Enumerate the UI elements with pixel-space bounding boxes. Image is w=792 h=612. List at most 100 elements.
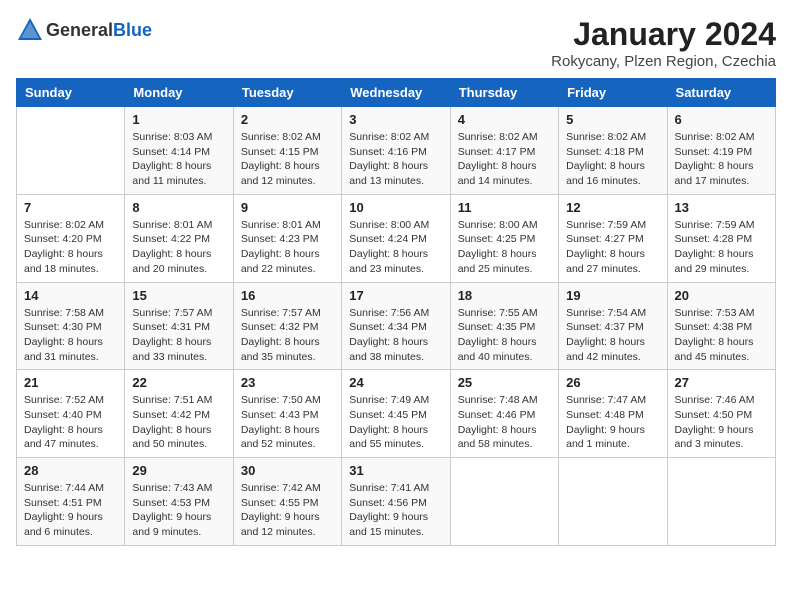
calendar-cell: 21 Sunrise: 7:52 AMSunset: 4:40 PMDayligh… — [17, 370, 125, 458]
day-info: Sunrise: 7:59 AMSunset: 4:27 PMDaylight:… — [566, 218, 659, 277]
weekday-header: Sunday — [17, 79, 125, 107]
day-info: Sunrise: 7:57 AMSunset: 4:31 PMDaylight:… — [132, 306, 225, 365]
day-number: 9 — [241, 200, 334, 215]
day-info: Sunrise: 7:50 AMSunset: 4:43 PMDaylight:… — [241, 393, 334, 452]
calendar-cell: 20 Sunrise: 7:53 AMSunset: 4:38 PMDayligh… — [667, 282, 775, 370]
day-info: Sunrise: 8:03 AMSunset: 4:14 PMDaylight:… — [132, 130, 225, 189]
title-area: January 2024 Rokycany, Plzen Region, Cze… — [551, 16, 776, 70]
day-info: Sunrise: 8:00 AMSunset: 4:24 PMDaylight:… — [349, 218, 442, 277]
calendar-cell: 25 Sunrise: 7:48 AMSunset: 4:46 PMDayligh… — [450, 370, 558, 458]
weekday-header: Tuesday — [233, 79, 341, 107]
calendar-cell: 19 Sunrise: 7:54 AMSunset: 4:37 PMDayligh… — [559, 282, 667, 370]
calendar-body: 1 Sunrise: 8:03 AMSunset: 4:14 PMDaylight… — [17, 107, 776, 546]
day-number: 1 — [132, 112, 225, 127]
calendar-cell: 10 Sunrise: 8:00 AMSunset: 4:24 PMDayligh… — [342, 194, 450, 282]
day-info: Sunrise: 7:47 AMSunset: 4:48 PMDaylight:… — [566, 393, 659, 452]
day-info: Sunrise: 7:59 AMSunset: 4:28 PMDaylight:… — [675, 218, 768, 277]
day-number: 5 — [566, 112, 659, 127]
weekday-header: Thursday — [450, 79, 558, 107]
calendar-table: SundayMondayTuesdayWednesdayThursdayFrid… — [16, 78, 776, 546]
day-number: 23 — [241, 375, 334, 390]
calendar-cell: 1 Sunrise: 8:03 AMSunset: 4:14 PMDaylight… — [125, 107, 233, 195]
calendar-header: SundayMondayTuesdayWednesdayThursdayFrid… — [17, 79, 776, 107]
day-number: 26 — [566, 375, 659, 390]
calendar-cell: 5 Sunrise: 8:02 AMSunset: 4:18 PMDaylight… — [559, 107, 667, 195]
calendar-cell — [17, 107, 125, 195]
calendar-week-row: 7 Sunrise: 8:02 AMSunset: 4:20 PMDaylight… — [17, 194, 776, 282]
logo-text: GeneralBlue — [46, 20, 152, 41]
day-number: 31 — [349, 463, 442, 478]
day-info: Sunrise: 7:52 AMSunset: 4:40 PMDaylight:… — [24, 393, 117, 452]
day-info: Sunrise: 8:02 AMSunset: 4:16 PMDaylight:… — [349, 130, 442, 189]
day-number: 24 — [349, 375, 442, 390]
day-number: 2 — [241, 112, 334, 127]
weekday-header: Wednesday — [342, 79, 450, 107]
day-info: Sunrise: 8:01 AMSunset: 4:22 PMDaylight:… — [132, 218, 225, 277]
calendar-cell: 30 Sunrise: 7:42 AMSunset: 4:55 PMDayligh… — [233, 458, 341, 546]
calendar-cell: 29Sunrise: 7:43 AMSunset: 4:53 PMDayligh… — [125, 458, 233, 546]
day-number: 3 — [349, 112, 442, 127]
day-info: Sunrise: 7:57 AMSunset: 4:32 PMDaylight:… — [241, 306, 334, 365]
day-number: 20 — [675, 288, 768, 303]
calendar-cell: 15Sunrise: 7:57 AMSunset: 4:31 PMDayligh… — [125, 282, 233, 370]
day-number: 6 — [675, 112, 768, 127]
calendar-cell: 14 Sunrise: 7:58 AMSunset: 4:30 PMDayligh… — [17, 282, 125, 370]
calendar-cell: 18Sunrise: 7:55 AMSunset: 4:35 PMDayligh… — [450, 282, 558, 370]
day-info: Sunrise: 8:02 AMSunset: 4:20 PMDaylight:… — [24, 218, 117, 277]
calendar-week-row: 28Sunrise: 7:44 AMSunset: 4:51 PMDayligh… — [17, 458, 776, 546]
day-info: Sunrise: 7:49 AMSunset: 4:45 PMDaylight:… — [349, 393, 442, 452]
day-number: 4 — [458, 112, 551, 127]
day-info: Sunrise: 8:01 AMSunset: 4:23 PMDaylight:… — [241, 218, 334, 277]
day-info: Sunrise: 7:44 AMSunset: 4:51 PMDaylight:… — [24, 481, 117, 540]
calendar-cell: 3 Sunrise: 8:02 AMSunset: 4:16 PMDaylight… — [342, 107, 450, 195]
calendar-cell: 11 Sunrise: 8:00 AMSunset: 4:25 PMDayligh… — [450, 194, 558, 282]
day-number: 25 — [458, 375, 551, 390]
calendar-cell: 12Sunrise: 7:59 AMSunset: 4:27 PMDayligh… — [559, 194, 667, 282]
calendar-cell: 13 Sunrise: 7:59 AMSunset: 4:28 PMDayligh… — [667, 194, 775, 282]
weekday-header: Friday — [559, 79, 667, 107]
logo: GeneralBlue — [16, 16, 152, 44]
calendar-cell: 6 Sunrise: 8:02 AMSunset: 4:19 PMDaylight… — [667, 107, 775, 195]
day-number: 21 — [24, 375, 117, 390]
day-number: 10 — [349, 200, 442, 215]
calendar-cell: 7 Sunrise: 8:02 AMSunset: 4:20 PMDaylight… — [17, 194, 125, 282]
calendar-cell: 4 Sunrise: 8:02 AMSunset: 4:17 PMDaylight… — [450, 107, 558, 195]
calendar-cell — [667, 458, 775, 546]
calendar-week-row: 14 Sunrise: 7:58 AMSunset: 4:30 PMDayligh… — [17, 282, 776, 370]
calendar-cell: 9 Sunrise: 8:01 AMSunset: 4:23 PMDaylight… — [233, 194, 341, 282]
day-number: 14 — [24, 288, 117, 303]
day-info: Sunrise: 7:48 AMSunset: 4:46 PMDaylight:… — [458, 393, 551, 452]
main-title: January 2024 — [551, 16, 776, 53]
day-info: Sunrise: 7:53 AMSunset: 4:38 PMDaylight:… — [675, 306, 768, 365]
day-number: 30 — [241, 463, 334, 478]
day-number: 19 — [566, 288, 659, 303]
calendar-cell: 26 Sunrise: 7:47 AMSunset: 4:48 PMDayligh… — [559, 370, 667, 458]
calendar-cell: 24 Sunrise: 7:49 AMSunset: 4:45 PMDayligh… — [342, 370, 450, 458]
day-info: Sunrise: 7:46 AMSunset: 4:50 PMDaylight:… — [675, 393, 768, 452]
day-number: 7 — [24, 200, 117, 215]
day-info: Sunrise: 8:02 AMSunset: 4:17 PMDaylight:… — [458, 130, 551, 189]
calendar-cell: 2Sunrise: 8:02 AMSunset: 4:15 PMDaylight… — [233, 107, 341, 195]
day-info: Sunrise: 7:41 AMSunset: 4:56 PMDaylight:… — [349, 481, 442, 540]
day-info: Sunrise: 7:58 AMSunset: 4:30 PMDaylight:… — [24, 306, 117, 365]
day-info: Sunrise: 8:02 AMSunset: 4:19 PMDaylight:… — [675, 130, 768, 189]
header: GeneralBlue January 2024 Rokycany, Plzen… — [16, 16, 776, 70]
calendar-week-row: 21 Sunrise: 7:52 AMSunset: 4:40 PMDayligh… — [17, 370, 776, 458]
logo-icon — [16, 16, 44, 44]
day-number: 16 — [241, 288, 334, 303]
day-info: Sunrise: 7:55 AMSunset: 4:35 PMDaylight:… — [458, 306, 551, 365]
day-number: 13 — [675, 200, 768, 215]
day-info: Sunrise: 8:02 AMSunset: 4:18 PMDaylight:… — [566, 130, 659, 189]
day-info: Sunrise: 8:00 AMSunset: 4:25 PMDaylight:… — [458, 218, 551, 277]
weekday-header: Monday — [125, 79, 233, 107]
calendar-cell: 31 Sunrise: 7:41 AMSunset: 4:56 PMDayligh… — [342, 458, 450, 546]
subtitle: Rokycany, Plzen Region, Czechia — [551, 53, 776, 70]
calendar-week-row: 1 Sunrise: 8:03 AMSunset: 4:14 PMDaylight… — [17, 107, 776, 195]
day-number: 27 — [675, 375, 768, 390]
calendar-cell — [559, 458, 667, 546]
day-number: 11 — [458, 200, 551, 215]
calendar-cell: 28Sunrise: 7:44 AMSunset: 4:51 PMDayligh… — [17, 458, 125, 546]
day-info: Sunrise: 7:42 AMSunset: 4:55 PMDaylight:… — [241, 481, 334, 540]
day-info: Sunrise: 7:43 AMSunset: 4:53 PMDaylight:… — [132, 481, 225, 540]
day-info: Sunrise: 7:54 AMSunset: 4:37 PMDaylight:… — [566, 306, 659, 365]
